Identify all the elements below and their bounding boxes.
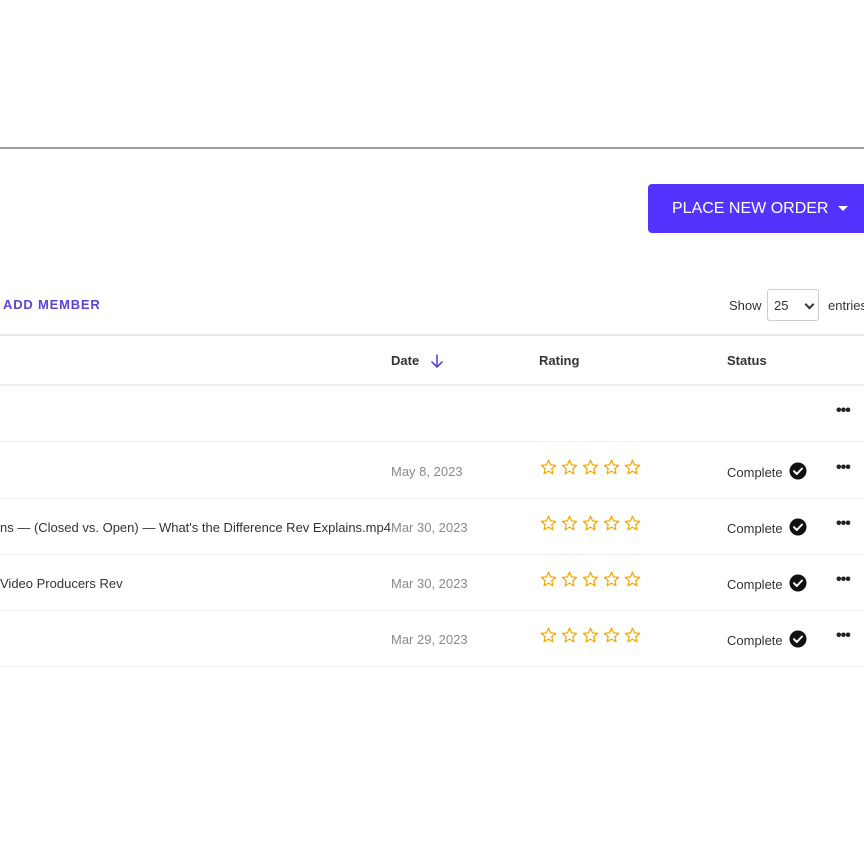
star-icon[interactable] — [581, 570, 600, 589]
status-label: Complete — [727, 520, 783, 536]
check-circle-icon — [789, 462, 807, 480]
star-icon[interactable] — [560, 570, 579, 589]
table-header-top-border — [0, 334, 864, 336]
more-horizontal-icon[interactable]: ••• — [836, 403, 854, 420]
star-icon[interactable] — [623, 626, 642, 645]
show-label: Show — [729, 298, 762, 313]
place-new-order-button[interactable]: PLACE NEW ORDER — [648, 184, 864, 233]
add-member-link[interactable]: ADD MEMBER — [3, 297, 101, 312]
check-circle-icon — [789, 574, 807, 592]
star-icon[interactable] — [581, 626, 600, 645]
date-cell: Mar 29, 2023 — [391, 632, 468, 647]
more-horizontal-icon[interactable]: ••• — [836, 516, 854, 533]
table-row[interactable]: ••• — [0, 386, 864, 442]
column-header-rating[interactable]: Rating — [539, 353, 579, 368]
table-row[interactable]: Mar 29, 2023 Complete ••• — [0, 611, 864, 667]
star-icon[interactable] — [602, 626, 621, 645]
table-row[interactable]: ns — (Closed vs. Open) — What's the Diff… — [0, 499, 864, 555]
star-icon[interactable] — [560, 626, 579, 645]
rating-stars[interactable] — [539, 626, 642, 645]
status-cell: Complete — [727, 462, 807, 480]
rating-stars[interactable] — [539, 570, 642, 589]
entries-label: entries — [828, 298, 864, 313]
status-label: Complete — [727, 464, 783, 480]
row-divider — [0, 441, 864, 442]
column-header-date[interactable]: Date — [391, 353, 419, 368]
status-cell: Complete — [727, 630, 807, 648]
star-icon[interactable] — [581, 514, 600, 533]
status-cell: Complete — [727, 574, 807, 592]
star-icon[interactable] — [581, 458, 600, 477]
check-circle-icon — [789, 518, 807, 536]
column-header-status[interactable]: Status — [727, 353, 767, 368]
star-icon[interactable] — [560, 458, 579, 477]
rating-stars[interactable] — [539, 458, 642, 477]
table-row[interactable]: May 8, 2023 Complete ••• — [0, 443, 864, 499]
more-horizontal-icon[interactable]: ••• — [836, 572, 854, 589]
date-cell: Mar 30, 2023 — [391, 520, 468, 535]
date-cell: Mar 30, 2023 — [391, 576, 468, 591]
star-icon[interactable] — [539, 514, 558, 533]
star-icon[interactable] — [539, 570, 558, 589]
status-label: Complete — [727, 632, 783, 648]
more-horizontal-icon[interactable]: ••• — [836, 460, 854, 477]
chevron-down-icon — [804, 299, 815, 310]
place-new-order-label: PLACE NEW ORDER — [672, 199, 829, 217]
star-icon[interactable] — [623, 514, 642, 533]
star-icon[interactable] — [560, 514, 579, 533]
caret-down-icon — [838, 206, 849, 211]
entries-per-page-select[interactable]: 25 — [767, 289, 819, 321]
star-icon[interactable] — [539, 626, 558, 645]
star-icon[interactable] — [623, 570, 642, 589]
star-icon[interactable] — [602, 570, 621, 589]
star-icon[interactable] — [623, 458, 642, 477]
arrow-down-icon[interactable] — [429, 353, 445, 369]
entries-per-page-value: 25 — [774, 297, 789, 313]
star-icon[interactable] — [602, 458, 621, 477]
status-cell: Complete — [727, 518, 807, 536]
more-horizontal-icon[interactable]: ••• — [836, 628, 854, 645]
file-name-cell[interactable]: Video Producers Rev — [0, 576, 123, 591]
star-icon[interactable] — [539, 458, 558, 477]
date-cell: May 8, 2023 — [391, 464, 463, 479]
table-row[interactable]: Video Producers Rev Mar 30, 2023 Complete •… — [0, 555, 864, 611]
header-divider — [0, 147, 864, 149]
star-icon[interactable] — [602, 514, 621, 533]
rating-stars[interactable] — [539, 514, 642, 533]
row-divider — [0, 666, 864, 667]
file-name-cell[interactable]: ns — (Closed vs. Open) — What's the Diff… — [0, 520, 391, 535]
check-circle-icon — [789, 630, 807, 648]
status-label: Complete — [727, 576, 783, 592]
